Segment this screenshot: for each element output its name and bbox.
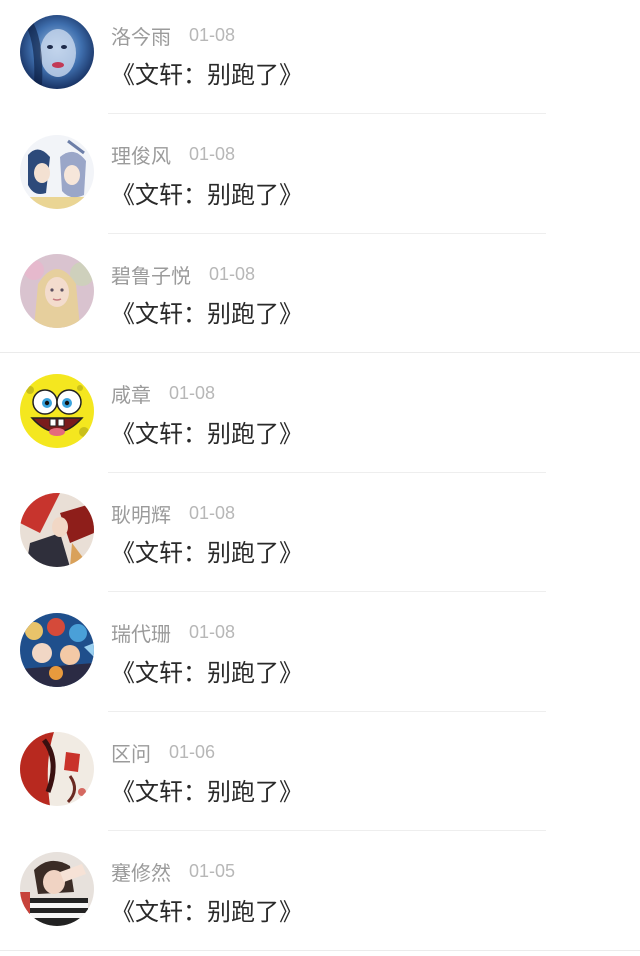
comment-date: 01-06 (169, 742, 215, 763)
avatar-anime-red[interactable] (20, 493, 94, 567)
comment-date: 01-05 (189, 861, 235, 882)
avatar-red-ink[interactable] (20, 732, 94, 806)
commenter-name[interactable]: 蹇修然 (111, 857, 171, 886)
comment-date: 01-08 (169, 383, 215, 404)
comment-item[interactable]: 耿明辉 01-08 《文轩：别跑了》 (0, 478, 640, 598)
divider (108, 113, 546, 114)
comment-date: 01-08 (189, 144, 235, 165)
commenter-name[interactable]: 区问 (111, 738, 151, 767)
commenter-name[interactable]: 咸章 (111, 379, 151, 408)
avatar-anime-pair[interactable] (20, 135, 94, 209)
avatar-anime-pair-image (20, 135, 94, 209)
comment-text: 《文轩：别跑了》 (111, 892, 303, 927)
avatar-striped-shirt[interactable] (20, 852, 94, 926)
comment-date: 01-08 (189, 25, 235, 46)
divider (108, 233, 546, 234)
avatar-blonde-girl[interactable] (20, 254, 94, 328)
comment-item[interactable]: 洛今雨 01-08 《文轩：别跑了》 (0, 0, 640, 120)
comment-text: 《文轩：别跑了》 (111, 653, 303, 688)
comment-text: 《文轩：别跑了》 (111, 533, 303, 568)
comment-date: 01-08 (209, 264, 255, 285)
comment-text: 《文轩：别跑了》 (111, 294, 303, 329)
commenter-name[interactable]: 耿明辉 (111, 499, 171, 528)
avatar-anime-crowd[interactable] (20, 613, 94, 687)
avatar-anime-red-image (20, 493, 94, 567)
comment-text: 《文轩：别跑了》 (111, 55, 303, 90)
avatar-blue-face-image (20, 15, 94, 89)
comment-date: 01-08 (189, 622, 235, 643)
divider (0, 950, 640, 951)
divider (108, 830, 546, 831)
divider (0, 352, 640, 353)
comment-item[interactable]: 蹇修然 01-05 《文轩：别跑了》 (0, 837, 640, 956)
comment-item[interactable]: 碧鲁子悦 01-08 《文轩：别跑了》 (0, 239, 640, 359)
avatar-anime-crowd-image (20, 613, 94, 687)
commenter-name[interactable]: 瑞代珊 (111, 618, 171, 647)
avatar-red-ink-image (20, 732, 94, 806)
comment-date: 01-08 (189, 503, 235, 524)
comment-item[interactable]: 咸章 01-08 《文轩：别跑了》 (0, 359, 640, 479)
divider (108, 711, 546, 712)
commenter-name[interactable]: 理俊风 (111, 140, 171, 169)
avatar-striped-shirt-image (20, 852, 94, 926)
divider (108, 472, 546, 473)
avatar-spongebob[interactable] (20, 374, 94, 448)
avatar-blue-face[interactable] (20, 15, 94, 89)
comment-item[interactable]: 理俊风 01-08 《文轩：别跑了》 (0, 120, 640, 240)
commenter-name[interactable]: 洛今雨 (111, 21, 171, 50)
comment-item[interactable]: 瑞代珊 01-08 《文轩：别跑了》 (0, 598, 640, 718)
comment-list: 洛今雨 01-08 《文轩：别跑了》 理俊风 01-08 《文轩：别跑了》 (0, 0, 640, 953)
comment-text: 《文轩：别跑了》 (111, 772, 303, 807)
commenter-name[interactable]: 碧鲁子悦 (111, 260, 191, 289)
divider (108, 591, 546, 592)
comment-text: 《文轩：别跑了》 (111, 175, 303, 210)
avatar-spongebob-image (20, 374, 94, 448)
comment-text: 《文轩：别跑了》 (111, 414, 303, 449)
comment-item[interactable]: 区问 01-06 《文轩：别跑了》 (0, 717, 640, 837)
avatar-blonde-girl-image (20, 254, 94, 328)
